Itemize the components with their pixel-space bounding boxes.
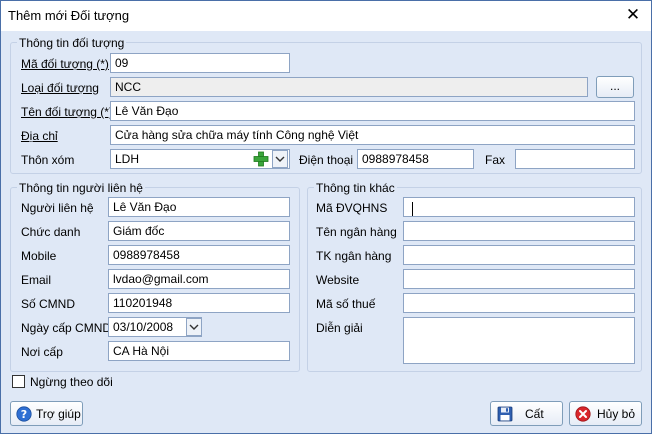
mobile-label: Mobile [21,249,57,263]
madvqhns-label: Mã ĐVQHNS [316,201,388,215]
noicap-label: Nơi cấp [21,345,63,359]
dialog-window: Thêm mới Đối tượng ✕ Thông tin đối tượng… [0,0,652,434]
thonxom-dropdown-button[interactable] [272,150,288,168]
loai-label: Loại đối tượng [21,81,99,95]
diengiai-label: Diễn giải [316,321,363,335]
ma-input[interactable]: 09 [110,53,290,73]
group-main-title: Thông tin đối tượng [17,36,127,50]
email-label: Email [21,273,52,287]
cmnd-input[interactable]: 110201948 [108,293,290,313]
dienthoai-label: Điện thoại [299,153,354,167]
help-button[interactable]: ? Trợ giúp [10,401,83,426]
thonxom-label: Thôn xóm [21,153,75,167]
tennganhang-label: Tên ngân hàng [316,225,397,239]
chevron-down-icon [189,324,199,330]
window-title: Thêm mới Đối tượng [8,8,130,23]
ngaycap-label: Ngày cấp CMND [21,321,112,335]
website-input[interactable] [403,269,635,289]
diachi-input[interactable]: Cửa hàng sửa chữa máy tính Công nghệ Việ… [110,125,635,145]
fax-label: Fax [485,153,506,167]
save-button-label: Cất [525,407,544,421]
madvqhns-input[interactable] [403,197,635,217]
mobile-input[interactable]: 0988978458 [108,245,290,265]
nguoi-lienhe-label: Người liên hệ [21,201,94,215]
chevron-down-icon [275,156,285,162]
chucdanh-input[interactable]: Giám đốc [108,221,290,241]
email-input[interactable]: lvdao@gmail.com [108,269,290,289]
ngung-label: Ngừng theo dõi [30,375,113,389]
cmnd-label: Số CMND [21,297,76,311]
noicap-input[interactable]: CA Hà Nội [108,341,290,361]
diachi-label: Địa chỉ [21,129,58,143]
save-button[interactable]: Cất [490,401,563,426]
text-cursor [412,202,413,216]
nguoi-lienhe-input[interactable]: Lê Văn Đạo [108,197,290,217]
dienthoai-input[interactable]: 0988978458 [357,149,474,169]
floppy-disk-icon [497,406,513,422]
cancel-button-label: Hủy bỏ [597,407,636,421]
ten-label: Tên đối tượng (*) [21,105,113,119]
close-icon[interactable]: ✕ [623,5,643,25]
ten-input[interactable]: Lê Văn Đạo [110,101,635,121]
svg-text:?: ? [21,408,27,421]
masothue-input[interactable] [403,293,635,313]
website-label: Website [316,273,360,287]
cancel-icon [575,406,591,422]
dialog-body: Thông tin đối tượng Mã đối tượng (*) 09 … [1,31,651,433]
title-bar: Thêm mới Đối tượng ✕ [1,1,651,31]
tknganhang-label: TK ngân hàng [316,249,392,263]
add-plus-icon[interactable] [253,151,269,167]
loai-input[interactable]: NCC [110,77,588,97]
diengiai-textarea[interactable] [403,317,635,364]
group-contact-title: Thông tin người liên hệ [17,181,145,195]
ma-label: Mã đối tượng (*) [21,57,109,71]
tknganhang-input[interactable] [403,245,635,265]
tennganhang-input[interactable] [403,221,635,241]
ngung-checkbox[interactable] [12,375,25,388]
masothue-label: Mã số thuế [316,297,376,311]
help-icon: ? [16,406,32,422]
browse-button[interactable]: ... [596,76,634,98]
fax-input[interactable] [515,149,635,169]
help-button-label: Trợ giúp [36,407,81,421]
group-other-title: Thông tin khác [314,181,397,195]
chucdanh-label: Chức danh [21,225,81,239]
ngaycap-dropdown-button[interactable] [186,318,202,336]
cancel-button[interactable]: Hủy bỏ [569,401,642,426]
